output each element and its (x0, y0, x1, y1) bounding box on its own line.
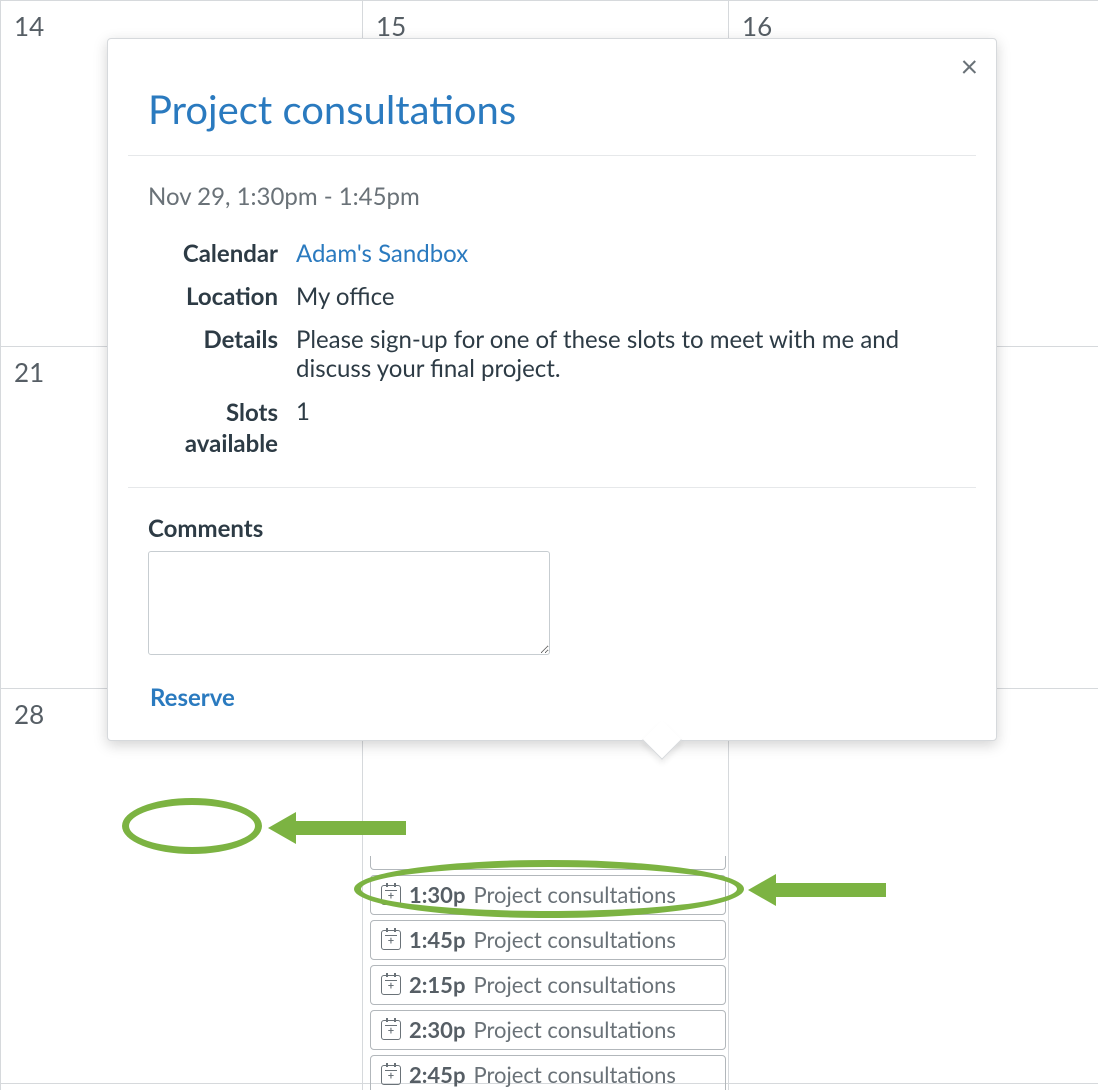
event-time: 1:45p (409, 926, 465, 953)
event-item[interactable]: + 2:45p Project consultations (370, 1055, 726, 1090)
calendar-plus-icon: + (381, 885, 401, 905)
close-icon[interactable]: × (961, 51, 978, 81)
calendar-plus-icon: + (381, 1020, 401, 1040)
event-item[interactable]: + 2:30p Project consultations (370, 1010, 726, 1050)
day-number[interactable]: 21 (14, 356, 44, 388)
event-time: 2:15p (409, 971, 465, 998)
location-value: My office (296, 282, 956, 311)
day-number[interactable]: 28 (14, 698, 44, 730)
event-list: + 1:30p Project consultations + 1:45p Pr… (370, 856, 726, 1090)
label-calendar: Calendar (148, 239, 278, 268)
label-details: Details (148, 325, 278, 383)
event-time: 2:30p (409, 1016, 465, 1043)
event-item[interactable]: + 2:15p Project consultations (370, 965, 726, 1005)
comments-textarea[interactable] (148, 551, 550, 655)
slots-available-value: 1 (296, 397, 956, 459)
day-number[interactable]: 14 (14, 10, 44, 42)
event-details-modal: × Project consultations Nov 29, 1:30pm -… (107, 38, 997, 741)
event-item[interactable]: + 1:45p Project consultations (370, 920, 726, 960)
calendar-plus-icon: + (381, 930, 401, 950)
event-title: Project consultations (473, 881, 676, 908)
event-title: Project consultations (473, 971, 676, 998)
modal-title: Project consultations (148, 85, 956, 133)
event-time: 2:45p (409, 1061, 465, 1088)
event-item-partial[interactable] (370, 856, 726, 870)
event-datetime: Nov 29, 1:30pm - 1:45pm (148, 182, 956, 211)
event-title: Project consultations (473, 1061, 676, 1088)
event-title: Project consultations (473, 1016, 676, 1043)
details-value: Please sign-up for one of these slots to… (296, 325, 956, 383)
event-title: Project consultations (473, 926, 676, 953)
event-item[interactable]: + 1:30p Project consultations (370, 875, 726, 915)
label-slots-available: Slots available (148, 397, 278, 459)
label-comments: Comments (148, 514, 956, 543)
calendar-link[interactable]: Adam's Sandbox (296, 239, 956, 268)
event-time: 1:30p (409, 881, 465, 908)
label-location: Location (148, 282, 278, 311)
calendar-plus-icon: + (381, 975, 401, 995)
calendar-plus-icon: + (381, 1065, 401, 1085)
reserve-button[interactable]: Reserve (148, 681, 237, 714)
